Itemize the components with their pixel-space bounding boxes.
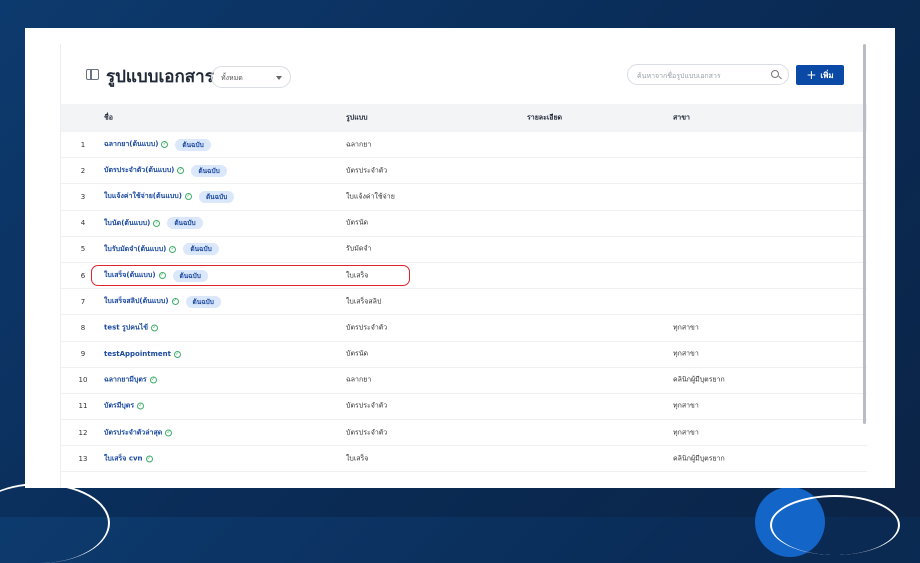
plus-icon: + xyxy=(806,68,817,82)
highlight-annotation xyxy=(91,265,410,286)
check-circle-icon: ✓ xyxy=(153,219,161,227)
template-name-link[interactable]: ใบแจ้งค่าใช้จ่าย(ต้นแบบ) xyxy=(104,191,182,202)
row-number: 8 xyxy=(80,323,86,332)
add-label: เพิ่ม xyxy=(820,70,834,80)
branch-cell: ทุกสาขา xyxy=(673,323,699,332)
format-cell: ฉลากยา xyxy=(346,140,372,149)
search-icon[interactable] xyxy=(771,70,779,78)
table-header: ชื่อ รูปแบบ รายละเอียด สาขา xyxy=(61,104,867,132)
table-row[interactable]: 4 ใบนัด(ต้นแบบ) ✓ ต้นฉบับ บัตรนัด xyxy=(61,211,867,237)
row-number: 13 xyxy=(78,454,88,463)
column-format: รูปแบบ xyxy=(346,113,368,122)
row-number: 5 xyxy=(80,245,86,254)
branch-cell: ทุกสาขา xyxy=(673,349,699,358)
original-badge: ต้นฉบับ xyxy=(191,164,227,177)
format-cell: ใบเสร็จสลิป xyxy=(346,297,382,306)
format-cell: รับมัดจำ xyxy=(346,244,372,253)
check-circle-icon: ✓ xyxy=(161,141,169,149)
template-name-link[interactable]: ฉลากยา(ต้นแบบ) xyxy=(104,139,158,150)
column-detail: รายละเอียด xyxy=(527,113,563,122)
check-circle-icon: ✓ xyxy=(145,455,153,463)
table-row[interactable]: 2 บัตรประจำตัว(ต้นแบบ) ✓ ต้นฉบับ บัตรประจำ… xyxy=(61,158,867,185)
format-cell: บัตรประจำตัว xyxy=(346,323,388,332)
decorative-curve xyxy=(0,483,110,563)
table-row[interactable]: 7 ใบเสร็จสลิป(ต้นแบบ) ✓ ต้นฉบับ ใบเสร็จสลิ… xyxy=(61,289,867,316)
format-cell: บัตรนัด xyxy=(346,349,369,358)
format-cell: บัตรประจำตัว xyxy=(346,428,388,437)
filter-select[interactable]: ทั้งหมด xyxy=(211,66,291,88)
filter-value: ทั้งหมด xyxy=(221,74,243,82)
row-number: 11 xyxy=(78,402,88,411)
format-cell: ฉลากยา xyxy=(346,375,372,384)
format-cell: ใบเสร็จ xyxy=(346,454,369,463)
table-row[interactable]: 13 ใบเสร็จ cvn ✓ ใบเสร็จ คลินิกผู้มีบุตรย… xyxy=(61,446,867,473)
chevron-down-icon xyxy=(276,76,282,80)
row-number: 6 xyxy=(80,271,86,280)
table-row[interactable]: 12 บัตรประจำตัวล่าสุด ✓ บัตรประจำตัว ทุกส… xyxy=(61,420,867,447)
column-name: ชื่อ xyxy=(104,113,113,122)
branch-cell: คลินิกผู้มีบุตรยาก xyxy=(673,375,725,384)
row-number: 10 xyxy=(78,376,88,385)
search-placeholder: ค้นหาจากชื่อรูปแบบเอกสาร xyxy=(637,72,721,80)
branch-cell: คลินิกผู้มีบุตรยาก xyxy=(673,454,725,463)
check-circle-icon: ✓ xyxy=(173,350,181,358)
template-name-link[interactable]: testAppointment xyxy=(104,350,171,358)
document-templates-panel: รูปแบบเอกสาร ทั้งหมด ค้นหาจากชื่อรูปแบบเ… xyxy=(60,44,867,488)
original-badge: ต้นฉบับ xyxy=(198,190,235,203)
branch-cell: ทุกสาขา xyxy=(673,401,699,410)
original-badge: ต้นฉบับ xyxy=(183,243,219,256)
row-number: 12 xyxy=(78,428,88,437)
original-badge: ต้นฉบับ xyxy=(175,138,211,151)
decorative-curve xyxy=(770,495,900,555)
template-name-link[interactable]: test รูปคนไข้ xyxy=(104,322,148,333)
check-circle-icon: ✓ xyxy=(137,402,145,410)
check-circle-icon: ✓ xyxy=(177,167,185,175)
search-input[interactable]: ค้นหาจากชื่อรูปแบบเอกสาร xyxy=(627,64,789,85)
check-circle-icon: ✓ xyxy=(165,429,173,437)
check-circle-icon: ✓ xyxy=(171,298,179,306)
format-cell: บัตรประจำตัว xyxy=(346,401,388,410)
check-circle-icon: ✓ xyxy=(169,245,177,253)
template-name-link[interactable]: ฉลากยามีบุตร xyxy=(104,375,147,386)
table-row[interactable]: 11 บัตรมีบุตร ✓ บัตรประจำตัว ทุกสาขา xyxy=(61,394,867,421)
table-row[interactable]: 8 test รูปคนไข้ ✓ บัตรประจำตัว ทุกสาขา xyxy=(61,315,867,342)
row-number: 4 xyxy=(80,219,86,228)
template-name-link[interactable]: บัตรมีบุตร xyxy=(104,401,134,412)
row-number: 3 xyxy=(80,192,86,201)
format-cell: บัตรประจำตัว xyxy=(346,166,388,175)
template-name-link[interactable]: บัตรประจำตัวล่าสุด xyxy=(104,427,162,438)
screenshot-card: รูปแบบเอกสาร ทั้งหมด ค้นหาจากชื่อรูปแบบเ… xyxy=(25,28,895,488)
check-circle-icon: ✓ xyxy=(151,324,159,332)
row-number: 7 xyxy=(80,297,86,306)
table-row[interactable]: 3 ใบแจ้งค่าใช้จ่าย(ต้นแบบ) ✓ ต้นฉบับ ใบแจ้… xyxy=(61,184,867,211)
add-button[interactable]: + เพิ่ม xyxy=(796,65,844,85)
check-circle-icon: ✓ xyxy=(184,193,192,201)
format-cell: บัตรนัด xyxy=(346,218,369,227)
table-row[interactable]: 5 ใบรับมัดจำ(ต้นแบบ) ✓ ต้นฉบับ รับมัดจำ xyxy=(61,237,867,263)
template-name-link[interactable]: ใบเสร็จ cvn xyxy=(104,453,143,464)
table-body: 1 ฉลากยา(ต้นแบบ) ✓ ต้นฉบับ ฉลากยา 2 บัตรปร… xyxy=(61,132,867,473)
original-badge: ต้นฉบับ xyxy=(185,295,221,308)
sidebar-toggle-icon[interactable] xyxy=(86,69,99,80)
format-cell: ใบแจ้งค่าใช้จ่าย xyxy=(346,192,395,201)
table-row[interactable]: 9 testAppointment ✓ บัตรนัด ทุกสาขา xyxy=(61,342,867,368)
table-row[interactable]: 1 ฉลากยา(ต้นแบบ) ✓ ต้นฉบับ ฉลากยา xyxy=(61,132,867,159)
template-name-link[interactable]: ใบเสร็จสลิป(ต้นแบบ) xyxy=(104,296,169,307)
scrollbar[interactable] xyxy=(863,44,866,424)
column-branch: สาขา xyxy=(673,113,690,122)
page-title: รูปแบบเอกสาร xyxy=(106,67,214,87)
row-number: 9 xyxy=(80,350,86,359)
template-name-link[interactable]: บัตรประจำตัว(ต้นแบบ) xyxy=(104,165,174,176)
check-circle-icon: ✓ xyxy=(149,376,157,384)
template-name-link[interactable]: ใบนัด(ต้นแบบ) xyxy=(104,218,150,229)
branch-cell: ทุกสาขา xyxy=(673,428,699,437)
template-name-link[interactable]: ใบรับมัดจำ(ต้นแบบ) xyxy=(104,244,166,255)
row-number: 2 xyxy=(80,166,86,175)
row-number: 1 xyxy=(80,140,86,149)
table-row[interactable]: 10 ฉลากยามีบุตร ✓ ฉลากยา คลินิกผู้มีบุตรย… xyxy=(61,368,867,394)
original-badge: ต้นฉบับ xyxy=(167,217,203,230)
